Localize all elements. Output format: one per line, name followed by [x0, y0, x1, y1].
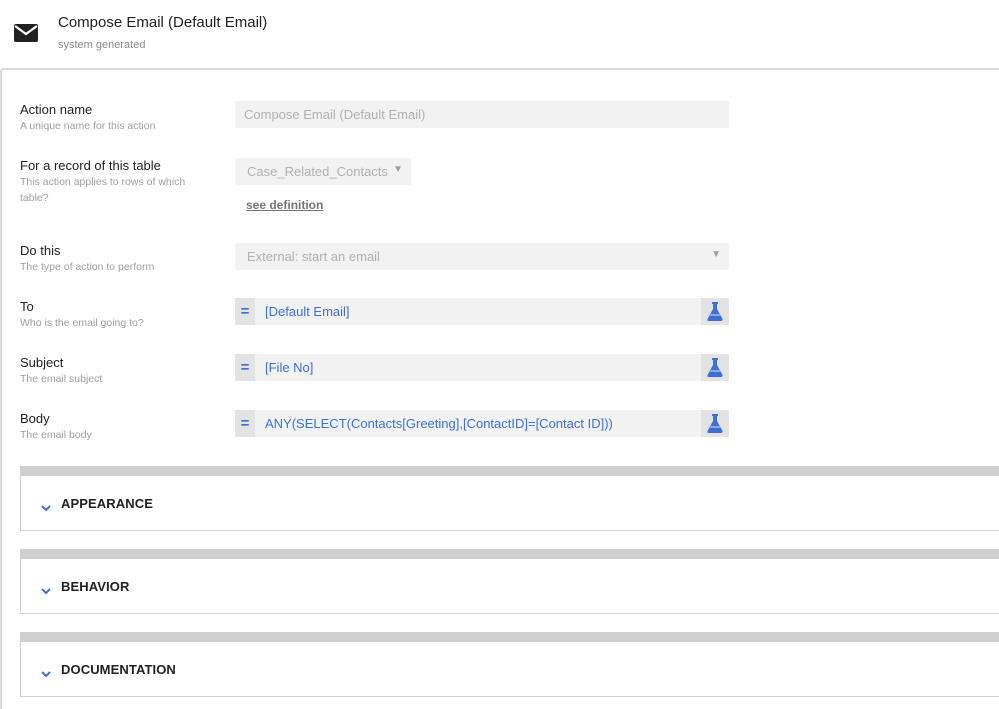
- body-description: The email body: [20, 429, 92, 441]
- table-description-line2: table?: [20, 192, 49, 204]
- table-select-value: Case_Related_Contacts: [247, 164, 388, 179]
- do-this-label: Do this: [20, 243, 61, 258]
- see-definition-link[interactable]: see definition: [246, 198, 323, 212]
- equals-icon: =: [235, 298, 255, 325]
- body-expression-value: ANY(SELECT(Contacts[Greeting],[ContactID…: [265, 416, 613, 431]
- do-this-select[interactable]: External: start an email ▼: [235, 243, 729, 270]
- behavior-section-title: BEHAVIOR: [61, 579, 130, 594]
- flask-icon[interactable]: [701, 354, 729, 381]
- to-expression-field[interactable]: = [Default Email]: [235, 298, 729, 325]
- do-this-description: The type of action to perform: [20, 261, 155, 273]
- chevron-down-icon: [41, 582, 51, 600]
- chevron-down-icon: [41, 665, 51, 683]
- dropdown-arrow-icon: ▼: [711, 249, 721, 260]
- subject-expression-value: [File No]: [265, 360, 314, 375]
- appearance-section-title: APPEARANCE: [61, 496, 154, 511]
- subject-label: Subject: [20, 355, 64, 370]
- do-this-select-value: External: start an email: [247, 249, 380, 264]
- action-header: Compose Email (Default Email) system gen…: [0, 0, 999, 68]
- subject-expression-field[interactable]: = [File No]: [235, 354, 729, 381]
- dropdown-arrow-icon: ▼: [393, 164, 403, 175]
- table-select[interactable]: Case_Related_Contacts ▼: [235, 158, 411, 185]
- action-name-input[interactable]: Compose Email (Default Email): [235, 101, 729, 128]
- table-description-line1: This action applies to rows of which: [20, 176, 186, 188]
- page-title: Compose Email (Default Email): [58, 14, 268, 31]
- to-label: To: [20, 299, 34, 314]
- appearance-section[interactable]: APPEARANCE: [20, 466, 999, 531]
- behavior-section[interactable]: BEHAVIOR: [20, 549, 999, 614]
- action-name-label: Action name: [20, 102, 93, 117]
- body-label: Body: [20, 411, 50, 426]
- equals-icon: =: [235, 354, 255, 381]
- documentation-section-title: DOCUMENTATION: [61, 662, 176, 677]
- to-description: Who is the email going to?: [20, 317, 144, 329]
- equals-icon: =: [235, 410, 255, 437]
- documentation-section[interactable]: DOCUMENTATION: [20, 632, 999, 697]
- subject-description: The email subject: [20, 373, 103, 385]
- envelope-icon: [14, 24, 38, 42]
- action-name-description: A unique name for this action: [20, 120, 156, 132]
- to-expression-value: [Default Email]: [265, 304, 350, 319]
- chevron-down-icon: [41, 499, 51, 517]
- page-subtitle: system generated: [58, 39, 146, 51]
- table-label: For a record of this table: [20, 158, 161, 173]
- flask-icon[interactable]: [701, 298, 729, 325]
- body-expression-field[interactable]: = ANY(SELECT(Contacts[Greeting],[Contact…: [235, 410, 729, 437]
- flask-icon[interactable]: [701, 410, 729, 437]
- action-name-value: Compose Email (Default Email): [244, 107, 426, 122]
